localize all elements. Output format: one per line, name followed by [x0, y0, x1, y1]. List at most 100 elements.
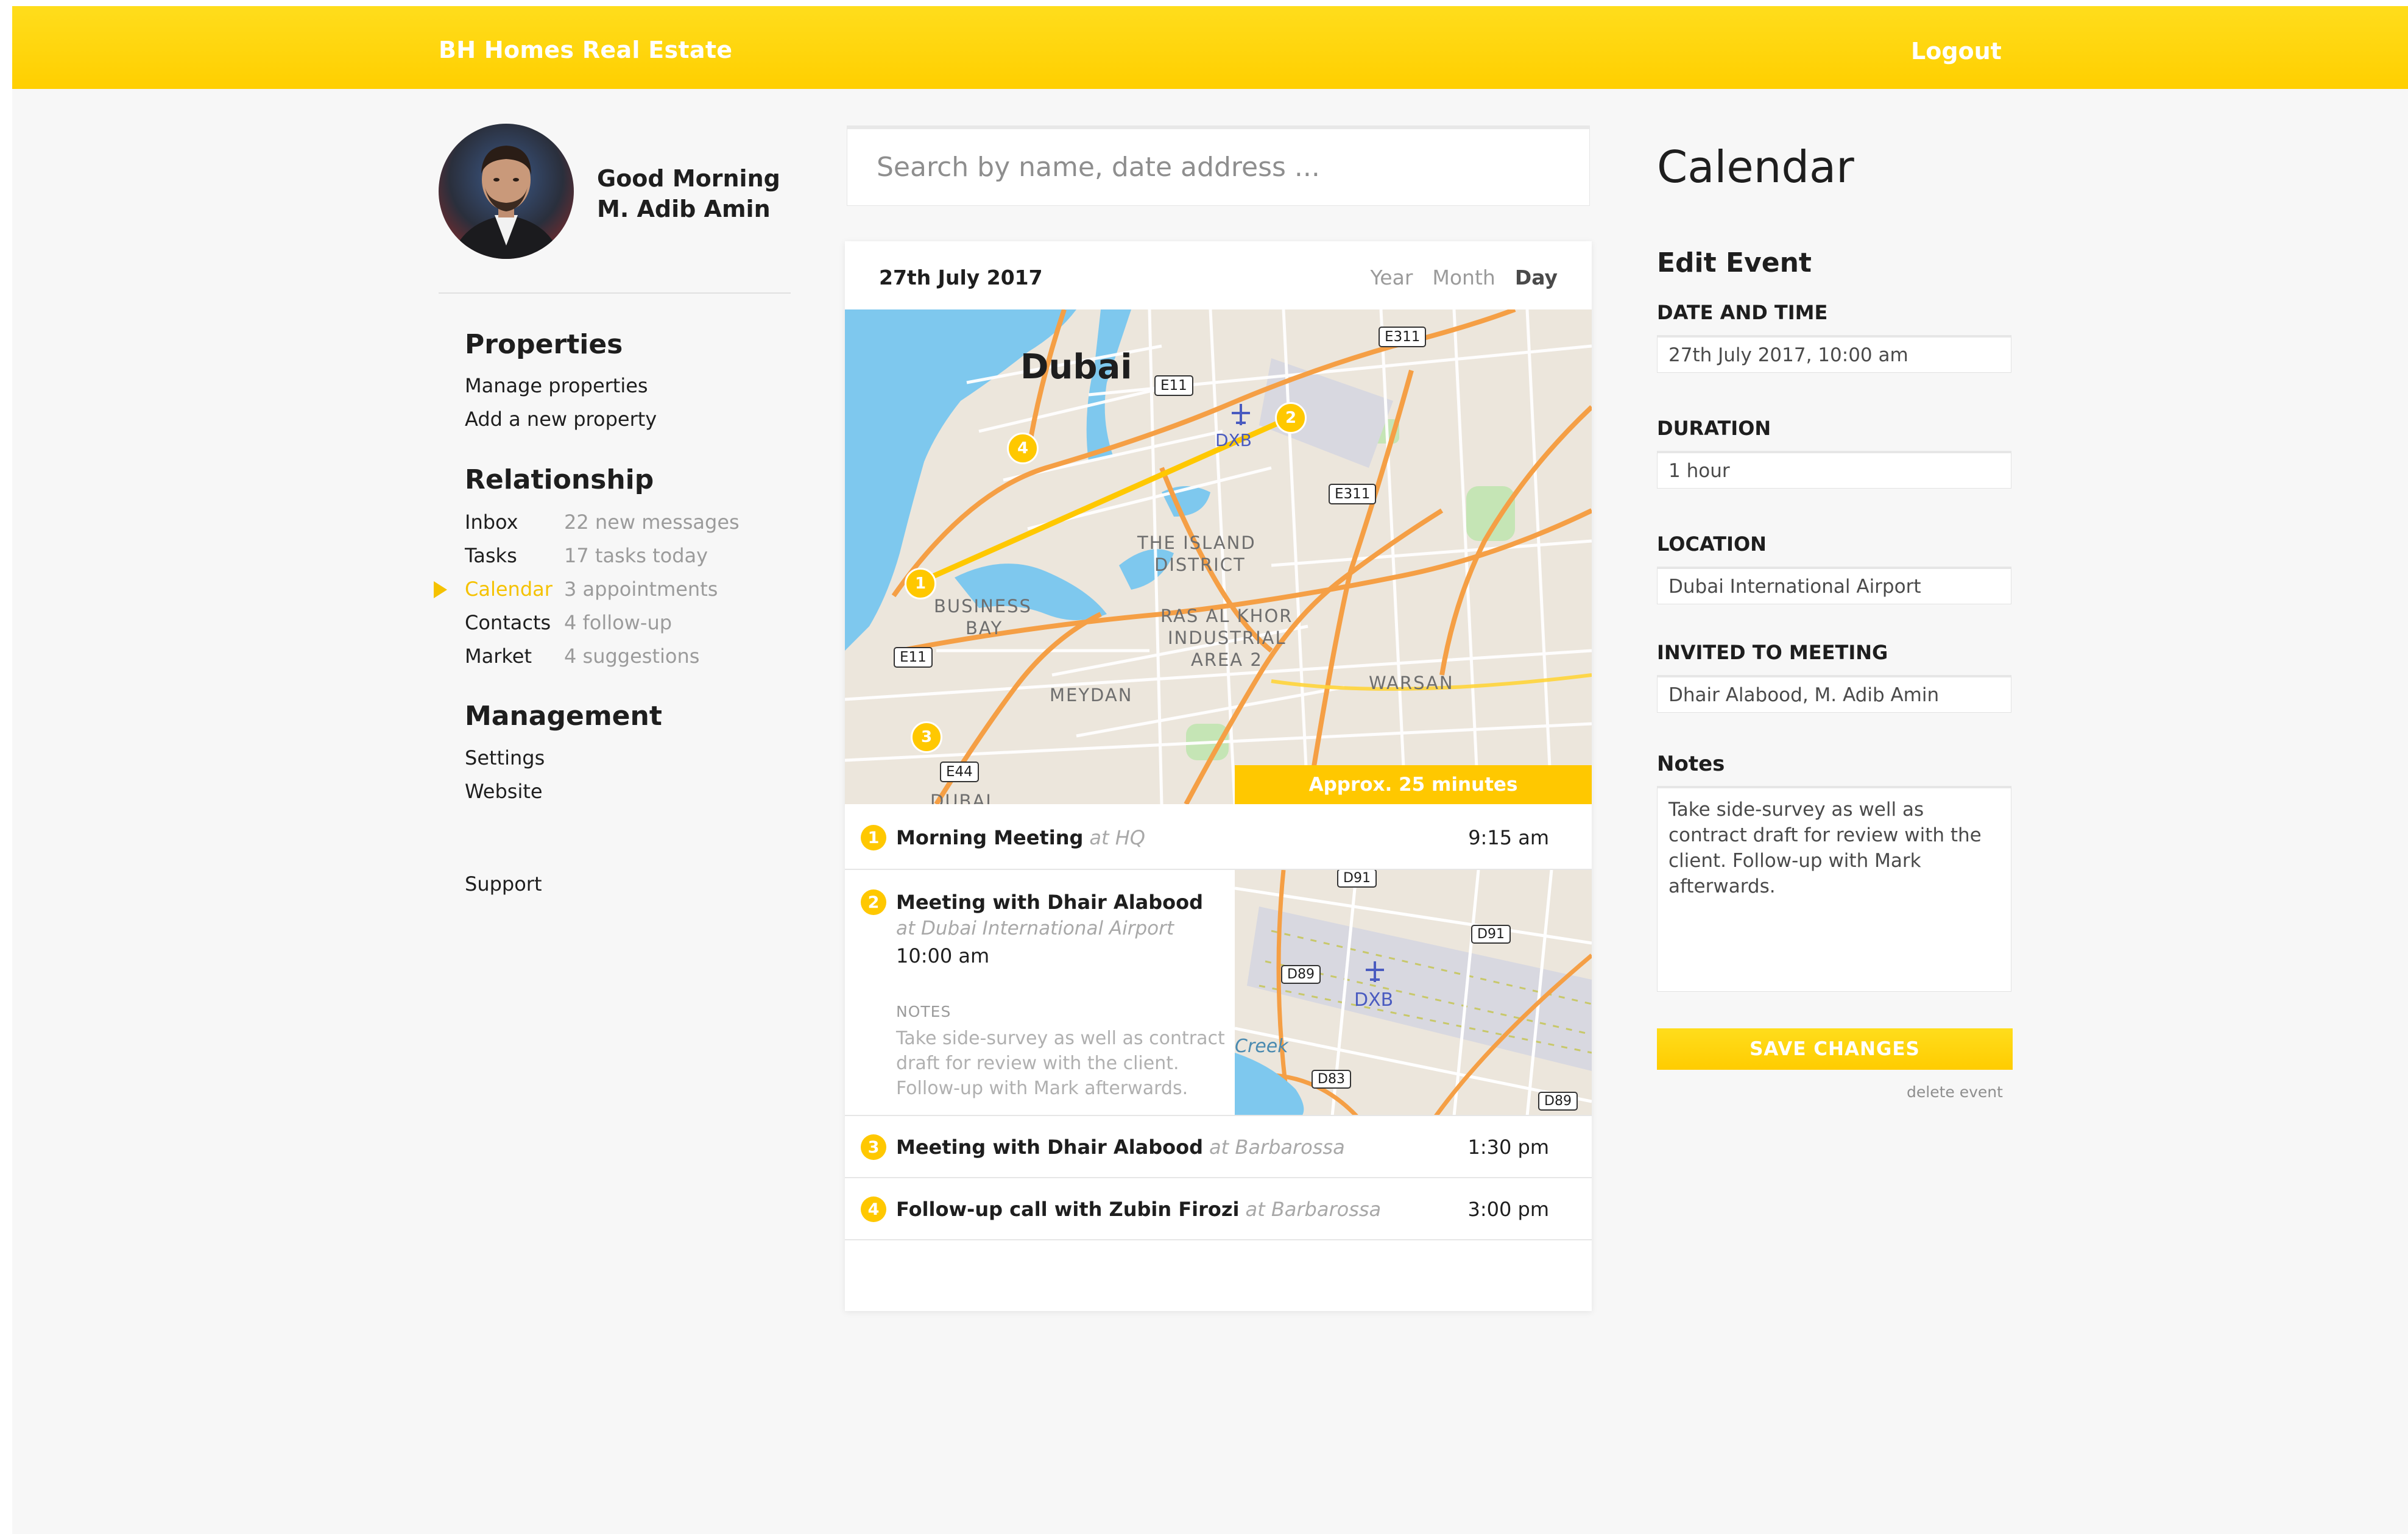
road-shield: D83: [1312, 1070, 1351, 1089]
event-number: 2: [861, 889, 886, 915]
map-marker[interactable]: 4: [1007, 433, 1039, 464]
date-time-field[interactable]: [1657, 335, 2011, 373]
schedule-date: 27th July 2017: [879, 266, 1043, 289]
event-row[interactable]: 4 Follow-up call with Zubin Firozi at Bar…: [845, 1178, 1592, 1240]
event-location: at Barbarossa: [1209, 1136, 1345, 1159]
sidebar-item-market[interactable]: Market: [465, 645, 532, 668]
event-row[interactable]: 3 Meeting with Dhair Alabood at Barbaross…: [845, 1116, 1592, 1178]
event-row-expanded[interactable]: 2 Meeting with Dhair Alabood at Dubai In…: [845, 870, 1592, 1116]
sidebar-meta-inbox: 22 new messages: [564, 511, 740, 534]
sidebar-item-calendar[interactable]: Calendar: [465, 578, 553, 601]
event-location: at Barbarossa: [1245, 1198, 1382, 1221]
delete-event-link[interactable]: delete event: [1907, 1083, 2003, 1101]
travel-time-badge: Approx. 25 minutes: [1235, 765, 1592, 804]
event-number: 3: [861, 1134, 886, 1160]
event-title-text: Meeting with Dhair Alabood: [896, 1136, 1204, 1159]
map-district-label: RAS AL KHOR: [1160, 606, 1293, 626]
brand-name: BH Homes Real Estate: [439, 37, 733, 63]
map-district-label: DISTRICT: [1154, 554, 1246, 575]
event-time: 9:15 am: [1468, 826, 1549, 849]
sidebar-divider: [439, 292, 791, 294]
location-field[interactable]: [1657, 567, 2011, 604]
location-map-graphic: [1235, 870, 1592, 1115]
event-title-text: Follow-up call with Zubin Firozi: [896, 1198, 1240, 1221]
tab-year[interactable]: Year: [1371, 266, 1413, 289]
invited-field[interactable]: [1657, 675, 2011, 713]
location-label: LOCATION: [1657, 532, 1767, 556]
sidebar-meta-contacts: 4 follow-up: [564, 611, 673, 634]
road-shield: E311: [1379, 327, 1427, 347]
duration-field[interactable]: [1657, 451, 2011, 489]
logout-link[interactable]: Logout: [1911, 38, 2002, 65]
road-shield: E311: [1329, 484, 1377, 504]
sidebar-meta-calendar: 3 appointments: [564, 578, 718, 601]
edit-event-title: Edit Event: [1657, 247, 1812, 278]
sidebar-item-add-property[interactable]: Add a new property: [465, 408, 657, 431]
event-notes-label: NOTES: [896, 1003, 952, 1020]
event-notes: Take side-survey as well as contract dra…: [896, 1028, 1225, 1099]
event-time: 10:00 am: [896, 944, 990, 967]
search-input[interactable]: [847, 125, 1590, 206]
map-marker[interactable]: 3: [911, 721, 942, 753]
user-name: M. Adib Amin: [597, 196, 771, 222]
greeting-text: Good Morning: [597, 165, 780, 192]
event-title-text: Morning Meeting: [896, 826, 1084, 849]
sidebar-item-website[interactable]: Website: [465, 780, 543, 803]
sidebar-item-manage-properties[interactable]: Manage properties: [465, 374, 648, 397]
event-title: Morning Meeting at HQ: [896, 826, 1145, 849]
sidebar-item-support[interactable]: Support: [465, 872, 542, 896]
event-title: Meeting with Dhair Alabood at Barbarossa: [896, 1136, 1345, 1159]
location-map[interactable]: DXB Creek D91 D91 D89 D83 D89: [1235, 870, 1592, 1115]
map-marker[interactable]: 2: [1275, 402, 1307, 434]
road-shield: D91: [1471, 925, 1511, 944]
event-number: 1: [861, 825, 886, 850]
map-marker[interactable]: 1: [905, 568, 936, 599]
schedule-card: 27th July 2017 Year Month Day Dubai DXB …: [845, 241, 1592, 1311]
tab-month[interactable]: Month: [1432, 266, 1495, 289]
event-row[interactable]: 1 Morning Meeting at HQ 9:15 am: [845, 805, 1592, 870]
sidebar-item-contacts[interactable]: Contacts: [465, 611, 551, 634]
event-location: at Dubai International Airport: [896, 917, 1174, 939]
section-properties: Properties: [465, 329, 623, 360]
road-shield: D89: [1281, 965, 1321, 984]
map-district-label: BAY: [966, 618, 1003, 638]
app-frame: BH Homes Real Estate Logout Good Morning…: [12, 6, 2408, 1534]
duration-label: DURATION: [1657, 417, 1771, 440]
map-district-label: BUSINESS: [934, 596, 1032, 617]
sidebar-item-tasks[interactable]: Tasks: [465, 544, 517, 567]
map-district-label: AREA 2: [1191, 649, 1263, 670]
event-title: Follow-up call with Zubin Firozi at Barba…: [896, 1198, 1381, 1221]
map-district-label: MEYDAN: [1050, 685, 1133, 705]
event-time: 3:00 pm: [1467, 1198, 1549, 1221]
event-number: 4: [861, 1196, 886, 1222]
map-district-label: INDUSTRIAL: [1168, 627, 1287, 648]
active-arrow-icon: [434, 581, 447, 598]
road-shield: E11: [1154, 375, 1193, 396]
section-management: Management: [465, 701, 662, 732]
event-time: 1:30 pm: [1467, 1136, 1549, 1159]
map-airport-label: DXB: [1354, 989, 1394, 1011]
map-district-label: WARSAN: [1369, 673, 1454, 693]
map-district-label: THE ISLAND: [1137, 532, 1256, 553]
map-district-label: DUBAI: [930, 791, 992, 804]
page-title: Calendar: [1657, 141, 1854, 193]
greeting: Good Morning M. Adib Amin: [597, 163, 780, 224]
view-tabs: Year Month Day: [1371, 266, 1558, 289]
date-time-label: DATE AND TIME: [1657, 301, 1828, 324]
route-map[interactable]: Dubai DXB THE ISLAND DISTRICT BUSINESS B…: [845, 309, 1592, 804]
avatar: [439, 124, 574, 259]
sidebar-item-inbox[interactable]: Inbox: [465, 511, 518, 534]
road-shield: E11: [894, 647, 933, 668]
road-shield: E44: [940, 762, 979, 782]
section-relationship: Relationship: [465, 464, 654, 495]
map-water-label: Creek: [1235, 1036, 1288, 1057]
tab-day[interactable]: Day: [1515, 266, 1558, 289]
sidebar-meta-market: 4 suggestions: [564, 645, 700, 668]
sidebar-item-settings[interactable]: Settings: [465, 746, 545, 769]
notes-field[interactable]: Take side-survey as well as contract dra…: [1657, 786, 2011, 992]
invited-label: INVITED TO MEETING: [1657, 641, 1888, 664]
map-airport-label: DXB: [1215, 430, 1252, 450]
save-changes-button[interactable]: SAVE CHANGES: [1657, 1028, 2013, 1070]
top-bar: BH Homes Real Estate Logout: [12, 6, 2408, 89]
notes-label: Notes: [1657, 752, 1725, 776]
